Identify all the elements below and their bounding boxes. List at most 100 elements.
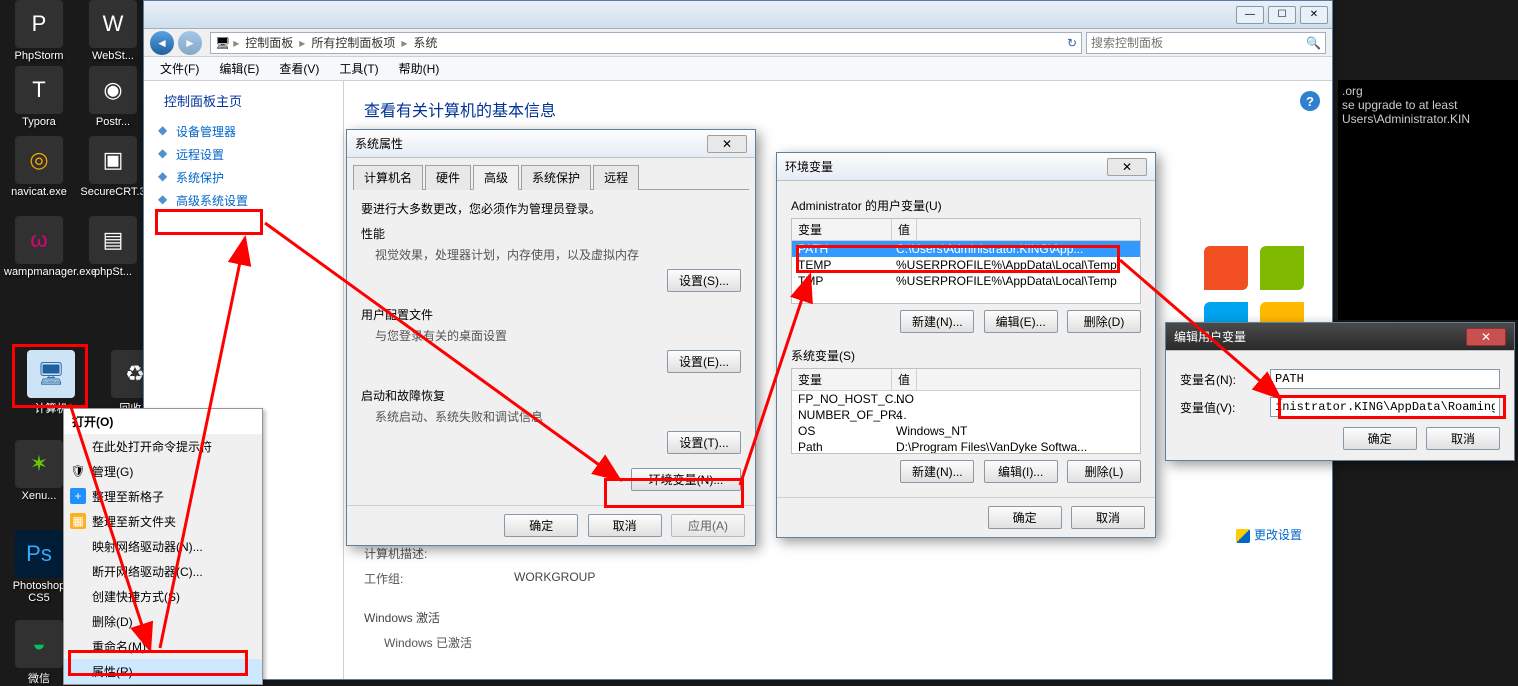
ok-button[interactable]: 确定: [504, 514, 578, 537]
sys-var-row[interactable]: NUMBER_OF_PR...4: [792, 407, 1140, 423]
user-new-button[interactable]: 新建(N)...: [900, 310, 974, 333]
user-var-row-tmp[interactable]: TMP%USERPROFILE%\AppData\Local\Temp: [792, 273, 1140, 289]
cancel-button[interactable]: 取消: [588, 514, 662, 537]
desktop-icon-computer[interactable]: 🖥计算机: [16, 350, 86, 416]
var-value-input[interactable]: [1270, 397, 1500, 417]
user-var-row-temp[interactable]: TEMP%USERPROFILE%\AppData\Local\Temp: [792, 257, 1140, 273]
ctx-disconnect-drive[interactable]: 断开网络驱动器(C)...: [64, 559, 262, 584]
close-button[interactable]: ✕: [1300, 6, 1328, 24]
user-delete-button[interactable]: 删除(D): [1067, 310, 1141, 333]
menu-file[interactable]: 文件(F): [150, 60, 209, 77]
sys-delete-button[interactable]: 删除(L): [1067, 460, 1141, 483]
ctx-grid[interactable]: +整理至新格子: [64, 484, 262, 509]
shield-icon: ◆: [158, 169, 167, 183]
sidebar-item-device-manager[interactable]: ◆设备管理器: [152, 120, 335, 143]
sys-var-row[interactable]: PathD:\Program Files\VanDyke Softwa...: [792, 439, 1140, 454]
env-vars-button[interactable]: 环境变量(N)...: [631, 468, 741, 491]
ctx-shortcut[interactable]: 创建快捷方式(S): [64, 584, 262, 609]
menu-tools[interactable]: 工具(T): [329, 60, 388, 77]
desktop-icon-navicat[interactable]: ◎navicat.exe: [4, 136, 74, 198]
comp-desc-label: 计算机描述:: [364, 545, 514, 562]
var-name-input[interactable]: [1270, 369, 1500, 389]
tab-computer-name[interactable]: 计算机名: [353, 165, 423, 190]
change-settings-link[interactable]: 更改设置: [1236, 526, 1302, 543]
sys-new-button[interactable]: 新建(N)...: [900, 460, 974, 483]
desktop-icon-securecrt[interactable]: ▣SecureCRT.3: [78, 136, 148, 198]
dialog-title[interactable]: 环境变量 ✕: [777, 153, 1155, 181]
group-performance: 性能 视觉效果，处理器计划，内存使用，以及虚拟内存 设置(S)...: [361, 225, 741, 292]
tab-advanced[interactable]: 高级: [473, 165, 519, 190]
search-icon[interactable]: 🔍: [1306, 36, 1321, 50]
search-box[interactable]: 🔍: [1086, 32, 1326, 54]
maximize-button[interactable]: ☐: [1268, 6, 1296, 24]
desktop-icon-webstorm[interactable]: WWebSt...: [78, 0, 148, 62]
tab-hardware[interactable]: 硬件: [425, 165, 471, 190]
nav-back-button[interactable]: ◄: [150, 31, 174, 55]
ctx-manage[interactable]: 🛡管理(G): [64, 459, 262, 484]
plus-icon: +: [70, 488, 86, 504]
dialog-title-label: 系统属性: [355, 135, 403, 152]
var-name-label: 变量名(N):: [1180, 371, 1270, 388]
titlebar[interactable]: — ☐ ✕: [144, 1, 1332, 29]
settings-button-perf[interactable]: 设置(S)...: [667, 269, 741, 292]
context-menu-title[interactable]: 打开(O): [64, 409, 262, 434]
ctx-rename[interactable]: 重命名(M): [64, 634, 262, 659]
apply-button[interactable]: 应用(A): [671, 514, 745, 537]
desktop-icon-wamp[interactable]: ωwampmanager.exe: [4, 216, 74, 278]
ctx-map-drive[interactable]: 映射网络驱动器(N)...: [64, 534, 262, 559]
close-button[interactable]: ✕: [1466, 328, 1506, 346]
ctx-folder[interactable]: ▦整理至新文件夹: [64, 509, 262, 534]
desktop-icon-typora[interactable]: TTypora: [4, 66, 74, 128]
computer-info: 计算机描述: 工作组:WORKGROUP Windows 激活 Windows …: [364, 541, 1312, 655]
sys-var-row[interactable]: OSWindows_NT: [792, 423, 1140, 439]
group-title: 启动和故障恢复: [361, 387, 741, 404]
sidebar-item-advanced[interactable]: ◆高级系统设置: [152, 189, 335, 212]
desktop-icon-phpstudy[interactable]: ▤phpSt...: [78, 216, 148, 278]
ok-button[interactable]: 确定: [988, 506, 1062, 529]
ctx-properties[interactable]: 属性(R): [64, 659, 262, 684]
ctx-delete[interactable]: 删除(D): [64, 609, 262, 634]
sidebar-item-protection[interactable]: ◆系统保护: [152, 166, 335, 189]
ctx-open-cmd[interactable]: 在此处打开命令提示符: [64, 434, 262, 459]
user-vars-list[interactable]: 变量值 PATHC:\Users\Administrator.KING\App.…: [791, 218, 1141, 304]
group-desc: 视觉效果，处理器计划，内存使用，以及虚拟内存: [361, 246, 741, 263]
settings-button-startup[interactable]: 设置(T)...: [667, 431, 741, 454]
breadcrumb-2[interactable]: 所有控制面板项: [308, 34, 398, 51]
address-bar[interactable]: 🖥 ▸ 控制面板 ▸ 所有控制面板项 ▸ 系统 ↻: [210, 32, 1082, 54]
sys-vars-list[interactable]: 变量值 FP_NO_HOST_C...NO NUMBER_OF_PR...4 O…: [791, 368, 1141, 454]
refresh-icon[interactable]: ↻: [1067, 36, 1077, 50]
group-desc: 与您登录有关的桌面设置: [361, 327, 741, 344]
menu-edit[interactable]: 编辑(E): [209, 60, 269, 77]
group-title: 用户配置文件: [361, 306, 741, 323]
menu-view[interactable]: 查看(V): [269, 60, 329, 77]
activation-header: Windows 激活: [364, 609, 440, 626]
search-input[interactable]: [1091, 36, 1306, 50]
user-edit-button[interactable]: 编辑(E)...: [984, 310, 1058, 333]
dialog-title[interactable]: 编辑用户变量 ✕: [1166, 323, 1514, 351]
sys-var-row[interactable]: FP_NO_HOST_C...NO: [792, 391, 1140, 407]
tab-protection[interactable]: 系统保护: [521, 165, 591, 190]
minimize-button[interactable]: —: [1236, 6, 1264, 24]
breadcrumb-3[interactable]: 系统: [410, 34, 440, 51]
nav-forward-button[interactable]: ►: [178, 31, 202, 55]
desktop-icon-postman[interactable]: ◉Postr...: [78, 66, 148, 128]
sys-edit-button[interactable]: 编辑(I)...: [984, 460, 1058, 483]
dialog-title[interactable]: 系统属性 ✕: [347, 130, 755, 158]
settings-button-profiles[interactable]: 设置(E)...: [667, 350, 741, 373]
breadcrumb-1[interactable]: 控制面板: [242, 34, 296, 51]
shield-icon: [1236, 529, 1250, 543]
help-icon[interactable]: ?: [1300, 91, 1320, 111]
cancel-button[interactable]: 取消: [1426, 427, 1500, 450]
close-button[interactable]: ✕: [707, 135, 747, 153]
desktop-icon-phpstorm[interactable]: PPhpStorm: [4, 0, 74, 62]
location-icon: 🖥: [215, 36, 230, 50]
tab-remote[interactable]: 远程: [593, 165, 639, 190]
menu-help[interactable]: 帮助(H): [389, 60, 450, 77]
terminal-line: .org: [1342, 84, 1514, 98]
close-button[interactable]: ✕: [1107, 158, 1147, 176]
sidebar-item-remote[interactable]: ◆远程设置: [152, 143, 335, 166]
cancel-button[interactable]: 取消: [1071, 506, 1145, 529]
workgroup-label: 工作组:: [364, 570, 514, 587]
user-var-row-path[interactable]: PATHC:\Users\Administrator.KING\App...: [792, 241, 1140, 257]
ok-button[interactable]: 确定: [1343, 427, 1417, 450]
